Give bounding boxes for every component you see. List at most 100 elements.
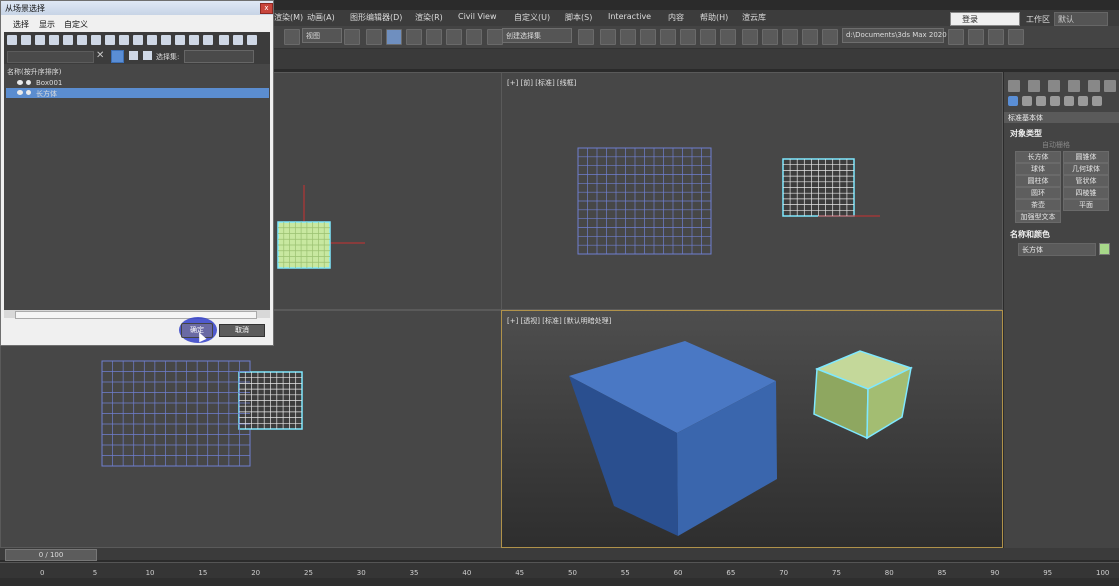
horizontal-scroll-thumb[interactable] — [15, 311, 257, 319]
object-color-swatch[interactable] — [1099, 243, 1110, 255]
menu-item-interactive[interactable]: Interactive — [608, 12, 651, 21]
sphere-button[interactable]: 球体 — [1015, 163, 1061, 175]
menu-item-render-cloud[interactable]: 渲云库 — [742, 12, 766, 23]
display-tab-icon[interactable] — [1088, 80, 1100, 92]
move-icon[interactable] — [366, 29, 382, 45]
options-icon[interactable] — [247, 35, 257, 45]
undo-icon[interactable] — [284, 29, 300, 45]
box-button[interactable]: 长方体 — [1015, 151, 1061, 163]
filter-lights-icon[interactable] — [35, 35, 45, 45]
scene-object-list[interactable] — [4, 64, 270, 312]
geosphere-button[interactable]: 几何球体 — [1063, 163, 1109, 175]
project-folder-icon[interactable] — [948, 29, 964, 45]
named-selection-dropdown[interactable]: 创建选择集 — [502, 28, 572, 43]
viewport-top-left[interactable] — [272, 72, 502, 310]
filter-frozen-icon[interactable] — [147, 35, 157, 45]
pyramid-button[interactable]: 四棱锥 — [1063, 187, 1109, 199]
text-plus-button[interactable]: 加强型文本 — [1015, 211, 1061, 223]
project-folder-dropdown[interactable]: d:\Documents\3ds Max 2020 — [842, 28, 947, 43]
filter-containers-icon[interactable] — [133, 35, 143, 45]
login-button[interactable]: 登录 — [950, 12, 1020, 26]
cancel-button[interactable]: 取消 — [219, 324, 265, 337]
clear-find-icon[interactable]: ✕ — [96, 50, 104, 61]
modify-tab-icon[interactable] — [1028, 80, 1040, 92]
render-gallery-icon[interactable] — [822, 29, 838, 45]
render-setup-icon[interactable] — [742, 29, 758, 45]
dialog-menu-customize[interactable]: 自定义 — [64, 19, 88, 30]
scene-explorer-icon[interactable] — [620, 29, 636, 45]
layers-icon[interactable] — [129, 51, 138, 60]
reference-coordinate-dropdown[interactable]: 视图 — [302, 28, 342, 43]
menu-item-help[interactable]: 帮助(H) — [700, 12, 728, 23]
angle-snap-icon[interactable] — [426, 29, 442, 45]
filter-spacewarps-icon[interactable] — [77, 35, 87, 45]
filter-helpers-icon[interactable] — [63, 35, 73, 45]
save-project-icon[interactable] — [988, 29, 1004, 45]
cameras-icon[interactable] — [1050, 96, 1060, 106]
viewport-perspective[interactable]: [+] [透视] [标准] [默认明暗处理] — [501, 310, 1003, 548]
menu-item-scripting[interactable]: 脚本(S) — [565, 12, 592, 23]
render-production-icon[interactable] — [782, 29, 798, 45]
menu-item-customize[interactable]: 自定义(U) — [514, 12, 550, 23]
mirror-icon[interactable] — [578, 29, 594, 45]
systems-icon[interactable] — [1092, 96, 1102, 106]
spinner-snap-icon[interactable] — [466, 29, 482, 45]
filter-groups-icon[interactable] — [91, 35, 101, 45]
edit-named-selection-icon[interactable] — [487, 29, 503, 45]
filter-icon[interactable] — [111, 50, 124, 63]
lights-icon[interactable] — [1036, 96, 1046, 106]
shapes-icon[interactable] — [1022, 96, 1032, 106]
teapot-button[interactable]: 茶壶 — [1015, 199, 1061, 211]
filter-geometry-icon[interactable] — [7, 35, 17, 45]
object-category-dropdown[interactable]: 标准基本体 — [1004, 112, 1119, 123]
object-name-field[interactable]: 长方体 — [1018, 243, 1096, 256]
utilities-tab-icon[interactable] — [1104, 80, 1116, 92]
snap-3d-icon[interactable] — [406, 29, 422, 45]
autogrid-checkbox[interactable]: 自动栅格 — [1042, 140, 1070, 150]
select-none-icon[interactable] — [189, 35, 199, 45]
percent-snap-icon[interactable] — [446, 29, 462, 45]
menu-item-content[interactable]: 内容 — [668, 12, 684, 23]
motion-tab-icon[interactable] — [1068, 80, 1080, 92]
filter-shapes-icon[interactable] — [21, 35, 31, 45]
select-all-icon[interactable] — [175, 35, 185, 45]
list-item[interactable]: Box001 — [6, 78, 269, 88]
geometry-icon[interactable] — [1008, 96, 1018, 106]
object-type-rollout-title[interactable]: 对象类型 — [1010, 128, 1042, 139]
time-slider-thumb[interactable]: 0 / 100 — [5, 549, 97, 561]
align-icon[interactable] — [600, 29, 616, 45]
filter-bones-icon[interactable] — [119, 35, 129, 45]
selection-set-dropdown[interactable] — [184, 50, 254, 63]
filter-xrefs-icon[interactable] — [105, 35, 115, 45]
funnel-icon[interactable] — [233, 35, 243, 45]
dialog-menu-select[interactable]: 选择 — [13, 19, 29, 30]
plane-button[interactable]: 平面 — [1063, 199, 1109, 211]
trackbar[interactable] — [0, 562, 1119, 579]
eye-icon[interactable] — [17, 80, 23, 85]
project-settings-icon[interactable] — [1008, 29, 1024, 45]
select-invert-icon[interactable] — [203, 35, 213, 45]
name-column-header[interactable]: 名称(按升序排序) — [7, 67, 61, 77]
material-editor-icon[interactable] — [720, 29, 736, 45]
schematic-view-icon[interactable] — [700, 29, 716, 45]
close-icon[interactable]: x — [260, 3, 273, 14]
open-project-icon[interactable] — [968, 29, 984, 45]
workspace-dropdown[interactable]: 默认 — [1054, 12, 1108, 26]
rendered-frame-icon[interactable] — [762, 29, 778, 45]
list-item-selected[interactable]: 长方体 — [6, 88, 269, 98]
toggle-ribbon-icon[interactable] — [660, 29, 676, 45]
menu-item-graph-editors[interactable]: 图形编辑器(D) — [350, 12, 402, 23]
helpers-icon[interactable] — [1064, 96, 1074, 106]
select-object-icon[interactable] — [386, 29, 402, 45]
torus-button[interactable]: 圆环 — [1015, 187, 1061, 199]
eye-icon[interactable] — [17, 90, 23, 95]
pivot-icon[interactable] — [344, 29, 360, 45]
filter-toggle-icon[interactable] — [219, 35, 229, 45]
name-color-rollout-title[interactable]: 名称和颜色 — [1010, 229, 1050, 240]
menu-item-civil-view[interactable]: Civil View — [458, 12, 497, 21]
cone-button[interactable]: 圆锥体 — [1063, 151, 1109, 163]
menu-item-rendering[interactable]: 渲染(R) — [415, 12, 443, 23]
create-tab-icon[interactable] — [1008, 80, 1020, 92]
hierarchy-tab-icon[interactable] — [1048, 80, 1060, 92]
find-input[interactable] — [7, 51, 94, 63]
